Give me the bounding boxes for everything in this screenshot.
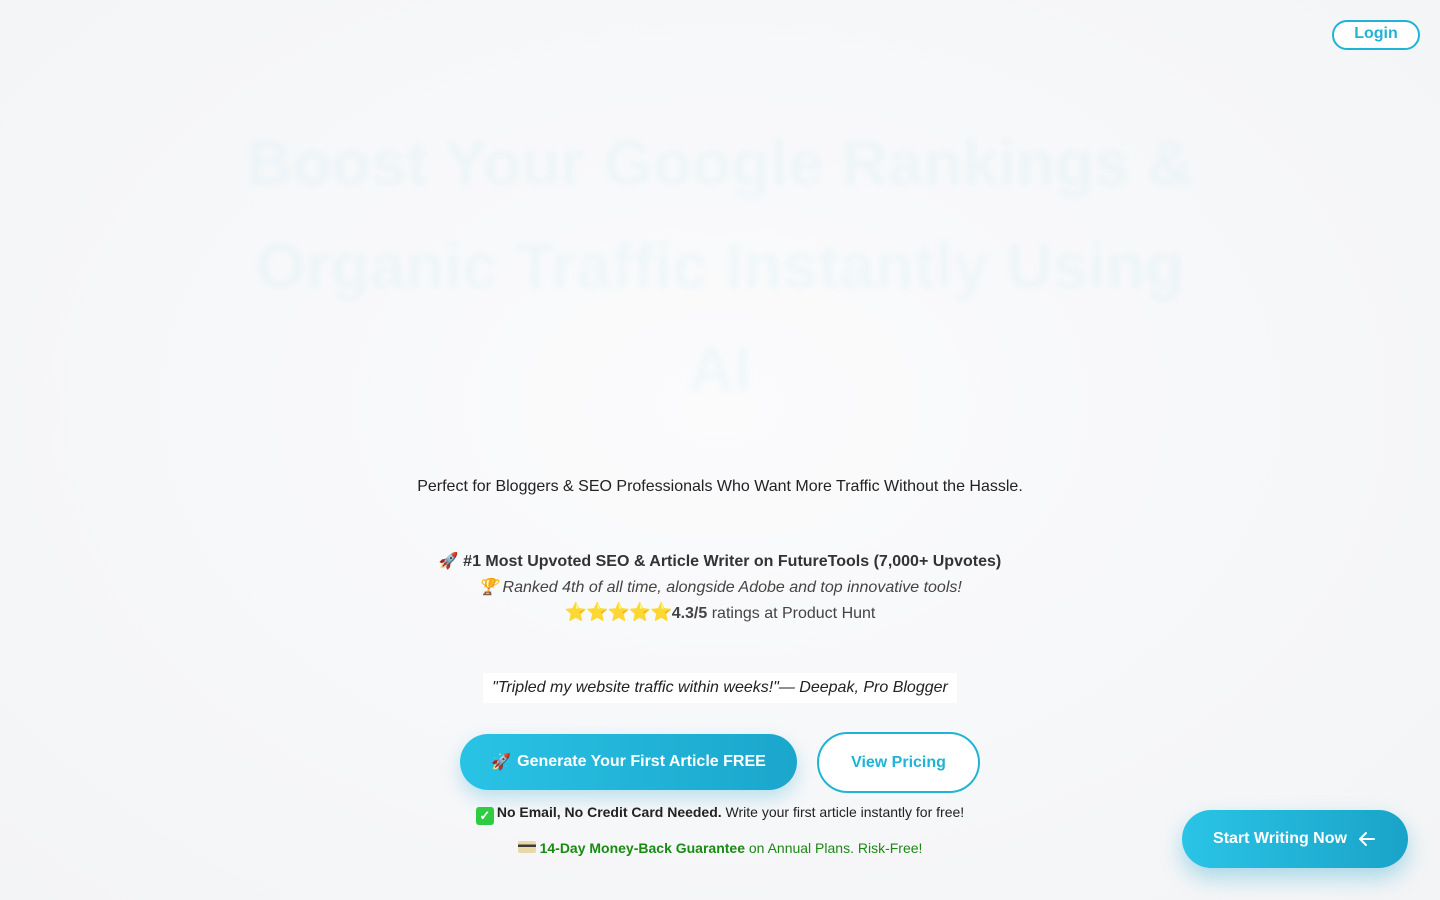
hero-headline: Boost Your Google Rankings & Organic Tra… <box>220 112 1220 421</box>
no-credit-card-rest: Write your first article instantly for f… <box>721 804 965 820</box>
rating-value: 4.3/5 <box>671 605 708 622</box>
money-back-rest: on Annual Plans. Risk-Free! <box>745 840 923 856</box>
upvotes-text: #1 Most Upvoted SEO & Article Writer on … <box>463 553 1002 570</box>
login-button[interactable]: Login <box>1332 20 1420 50</box>
arrow-left-icon <box>1358 832 1375 846</box>
money-back-bold: 14-Day Money-Back Guarantee <box>539 840 745 856</box>
credit-card-icon <box>517 841 536 853</box>
start-writing-label: Start Writing Now <box>1213 830 1347 847</box>
view-pricing-label: View Pricing <box>851 753 946 771</box>
trophy-icon: 🏆 <box>478 578 499 596</box>
rating-suffix: ratings at Product Hunt <box>707 605 876 622</box>
generate-article-button[interactable]: 🚀 Generate Your First Article FREE <box>460 734 797 790</box>
hero-subtitle: Perfect for Bloggers & SEO Professionals… <box>417 478 1023 495</box>
ranking-line: 🏆 Ranked 4th of all time, alongside Adob… <box>0 575 1440 601</box>
login-button-label: Login <box>1354 24 1398 42</box>
rating-line: ⭐⭐⭐⭐⭐4.3/5 ratings at Product Hunt <box>0 600 1440 627</box>
checkmark-icon: ✓ <box>475 807 494 825</box>
rocket-icon: 🚀 <box>438 553 459 570</box>
rocket-icon: 🚀 <box>491 754 512 771</box>
start-writing-button[interactable]: Start Writing Now <box>1182 810 1408 868</box>
testimonial-text: "Tripled my website traffic within weeks… <box>492 679 779 696</box>
generate-article-label: Generate Your First Article FREE <box>517 753 766 770</box>
social-proof: 🚀 #1 Most Upvoted SEO & Article Writer o… <box>0 549 1440 627</box>
view-pricing-button[interactable]: View Pricing <box>817 732 980 793</box>
testimonial-author: — Deepak, Pro Blogger <box>778 679 948 696</box>
no-credit-card-bold: No Email, No Credit Card Needed. <box>496 804 722 820</box>
ranking-text: Ranked 4th of all time, alongside Adobe … <box>502 578 962 596</box>
landing-page: Login Boost Your Google Rankings & Organ… <box>0 0 1440 900</box>
upvotes-line: 🚀 #1 Most Upvoted SEO & Article Writer o… <box>0 549 1440 575</box>
star-icon: ⭐⭐⭐⭐⭐ <box>564 602 673 622</box>
testimonial-quote: "Tripled my website traffic within weeks… <box>483 673 957 703</box>
